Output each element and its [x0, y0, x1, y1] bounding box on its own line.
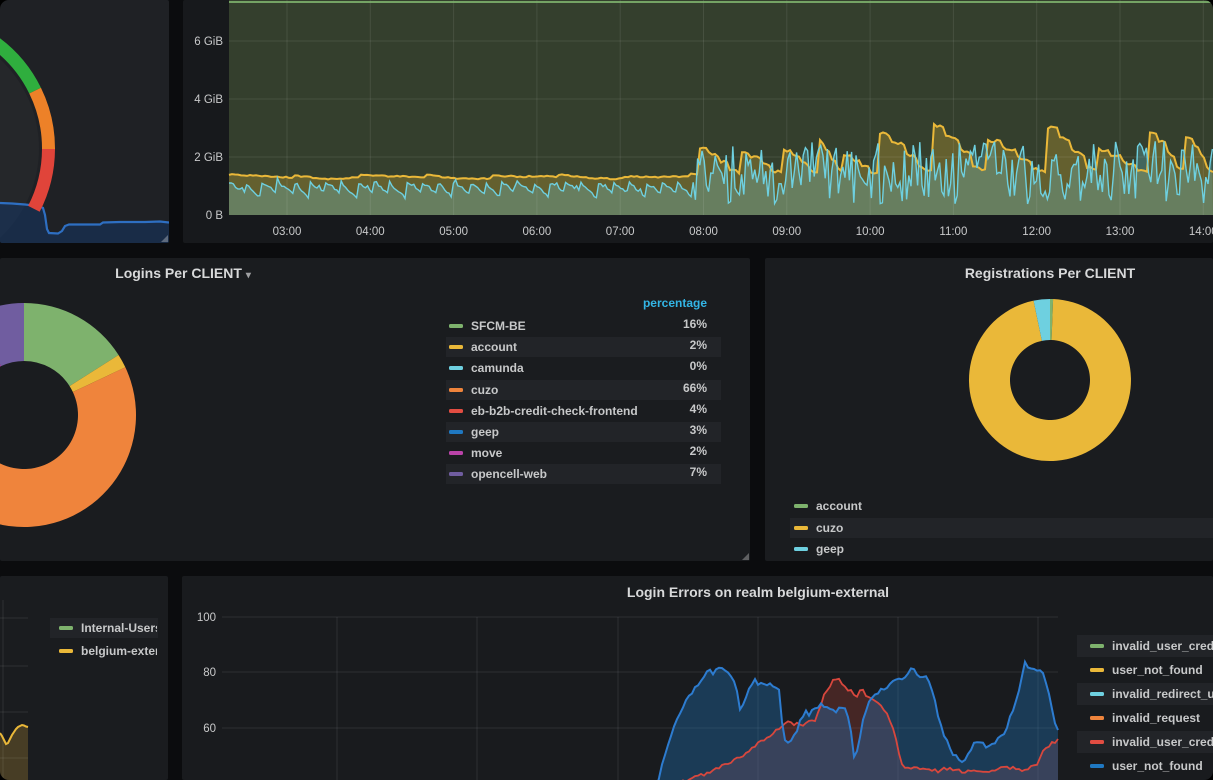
svg-text:12:00: 12:00: [1022, 226, 1051, 238]
svg-text:07:00: 07:00: [606, 226, 635, 238]
svg-text:14:00: 14:00: [1189, 226, 1213, 238]
svg-text:08:00: 08:00: [689, 226, 718, 238]
svg-text:100: 100: [197, 612, 216, 624]
svg-text:0 B: 0 B: [206, 210, 224, 222]
svg-text:05:00: 05:00: [439, 226, 468, 238]
svg-text:4 GiB: 4 GiB: [194, 94, 223, 106]
svg-text:03:00: 03:00: [273, 226, 302, 238]
svg-text:10:00: 10:00: [856, 226, 885, 238]
svg-text:06:00: 06:00: [523, 226, 552, 238]
svg-text:09:00: 09:00: [772, 226, 801, 238]
svg-text:13:00: 13:00: [1106, 226, 1135, 238]
svg-text:6 GiB: 6 GiB: [194, 36, 223, 48]
svg-text:80: 80: [203, 667, 216, 679]
svg-text:11:00: 11:00: [939, 226, 967, 238]
svg-text:2 GiB: 2 GiB: [194, 152, 223, 164]
svg-text:04:00: 04:00: [356, 226, 385, 238]
svg-text:60: 60: [203, 723, 216, 735]
